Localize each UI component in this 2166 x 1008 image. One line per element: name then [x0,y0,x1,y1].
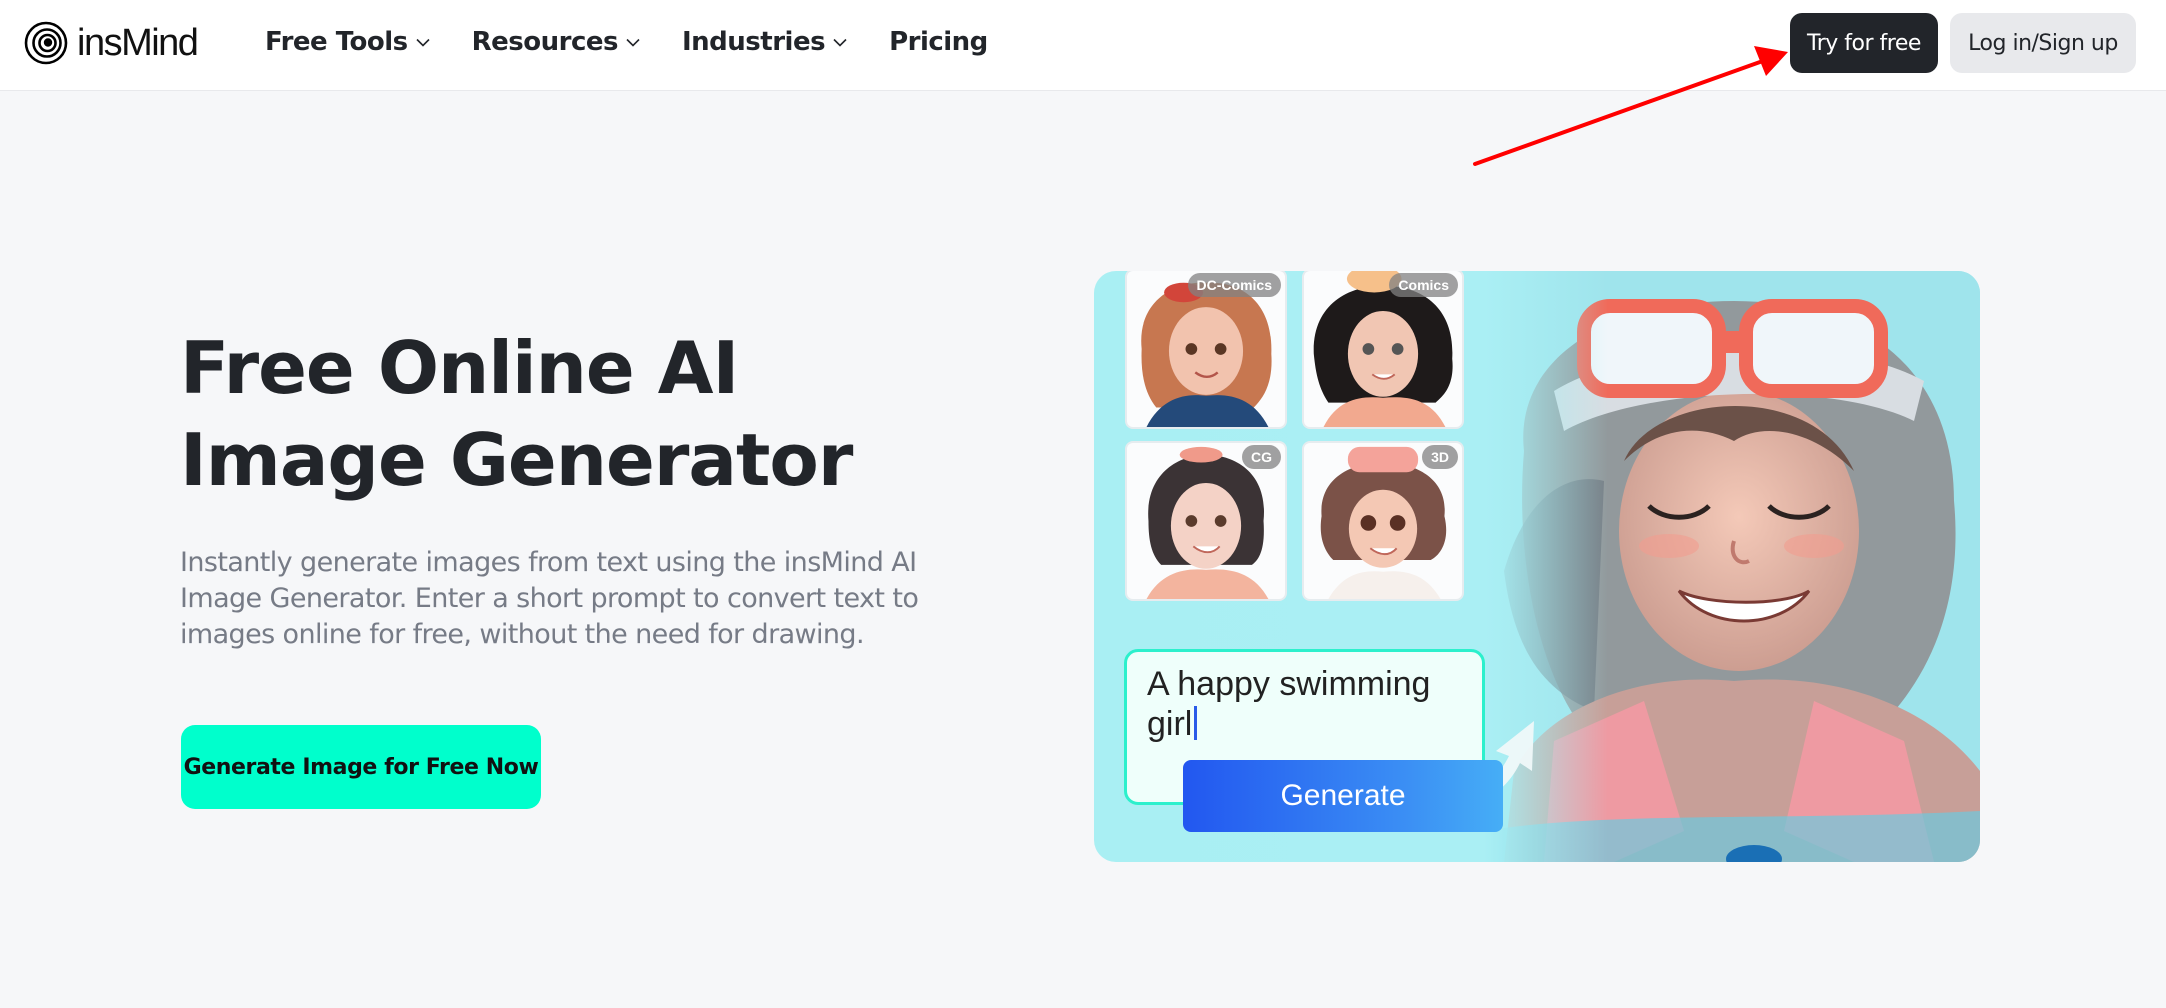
style-badge: CG [1242,445,1281,469]
hero-title: Free Online AI Image Generator [180,326,853,502]
nav-free-tools-label: Free Tools [265,27,408,57]
try-for-free-button[interactable]: Try for free [1790,13,1938,73]
chevron-down-icon [833,38,847,47]
logo-rings-icon [24,21,68,65]
nav-pricing[interactable]: Pricing [889,27,988,57]
chevron-down-icon [416,38,430,47]
nav-free-tools[interactable]: Free Tools [265,27,430,57]
logo-text: insMind [77,22,199,64]
swimming-girl-illustration [1484,271,1980,862]
nav-industries[interactable]: Industries [682,27,847,57]
hero-showcase-image: DC-Comics Comics CG 3D A happy swimming … [1094,271,1980,862]
generate-image-free-button[interactable]: Generate Image for Free Now [181,725,541,809]
nav-resources-label: Resources [471,27,619,57]
logo[interactable]: insMind [24,21,199,65]
nav-resources[interactable]: Resources [472,27,640,57]
nav-pricing-label: Pricing [889,27,988,57]
text-caret [1194,706,1198,740]
style-badge: 3D [1422,445,1458,469]
top-navbar: insMind Free Tools Resources Industries … [0,0,2166,91]
main-nav: Free Tools Resources Industries Pricing [265,22,1030,62]
style-thumbnail-comics: Comics [1302,271,1464,429]
prompt-text: A happy swimming girl [1147,665,1431,743]
style-thumbnail-dc-comics: DC-Comics [1125,271,1287,429]
chevron-down-icon [626,38,640,47]
style-thumbnail-cg: CG [1125,441,1287,601]
style-thumbnail-3d: 3D [1302,441,1464,601]
nav-industries-label: Industries [682,27,826,57]
login-signup-button[interactable]: Log in/Sign up [1950,13,2136,73]
style-badge: Comics [1389,273,1458,297]
generate-button-illustration: Generate [1183,760,1503,832]
style-badge: DC-Comics [1187,273,1281,297]
hero-description: Instantly generate images from text usin… [180,547,919,650]
